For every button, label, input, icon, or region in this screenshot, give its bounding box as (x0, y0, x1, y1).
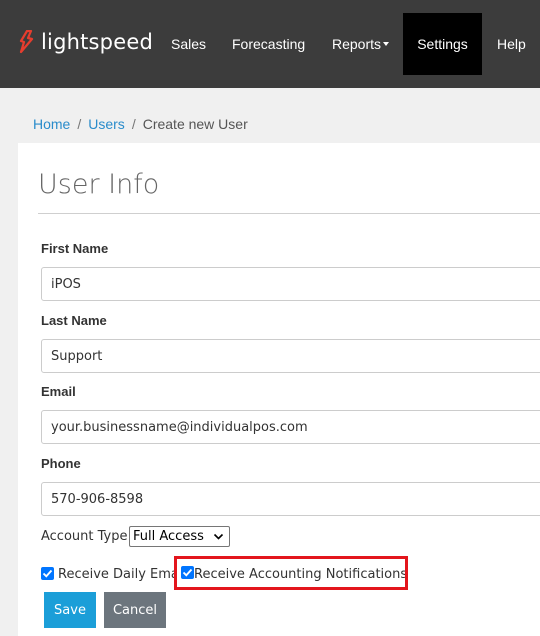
daily-email-label: Receive Daily Email (58, 567, 176, 582)
brand-logo[interactable]: lightspeed (19, 30, 153, 54)
title-divider (38, 213, 540, 214)
lightspeed-flame-icon (19, 30, 34, 54)
nav-sales[interactable]: Sales (171, 13, 206, 75)
chevron-down-icon (213, 533, 224, 540)
brand-name: lightspeed (41, 30, 153, 54)
nav-reports-label: Reports (332, 36, 382, 52)
top-navbar: lightspeed Sales Forecasting Reports Set… (0, 0, 540, 88)
breadcrumb-home[interactable]: Home (33, 116, 70, 132)
account-type-value: Full Access (133, 529, 204, 544)
phone-label: Phone (41, 456, 81, 471)
account-type-label: Account Type (41, 529, 128, 544)
cancel-button[interactable]: Cancel (104, 592, 166, 628)
page-title: User Info (38, 169, 160, 200)
nav-forecasting[interactable]: Forecasting (232, 13, 305, 75)
first-name-label: First Name (41, 241, 109, 256)
nav-help[interactable]: Help (497, 13, 526, 75)
nav-settings[interactable]: Settings (403, 13, 482, 75)
checkmark-icon (42, 569, 53, 578)
breadcrumb: Home / Users / Create new User (33, 116, 248, 132)
last-name-label: Last Name (41, 313, 107, 328)
breadcrumb-separator: / (131, 116, 136, 132)
breadcrumb-current: Create new User (142, 116, 248, 132)
last-name-input[interactable] (41, 339, 540, 373)
account-type-select[interactable]: Full Access (129, 526, 230, 547)
highlight-box (174, 556, 408, 590)
first-name-input[interactable] (41, 267, 540, 301)
save-button[interactable]: Save (44, 592, 96, 628)
email-input[interactable] (41, 410, 540, 444)
daily-email-checkbox[interactable] (41, 567, 54, 580)
email-label: Email (41, 384, 76, 399)
nav-reports[interactable]: Reports (332, 13, 390, 75)
chevron-down-icon (383, 42, 390, 47)
breadcrumb-users[interactable]: Users (88, 116, 125, 132)
phone-input[interactable] (41, 482, 540, 516)
breadcrumb-separator: / (77, 116, 82, 132)
